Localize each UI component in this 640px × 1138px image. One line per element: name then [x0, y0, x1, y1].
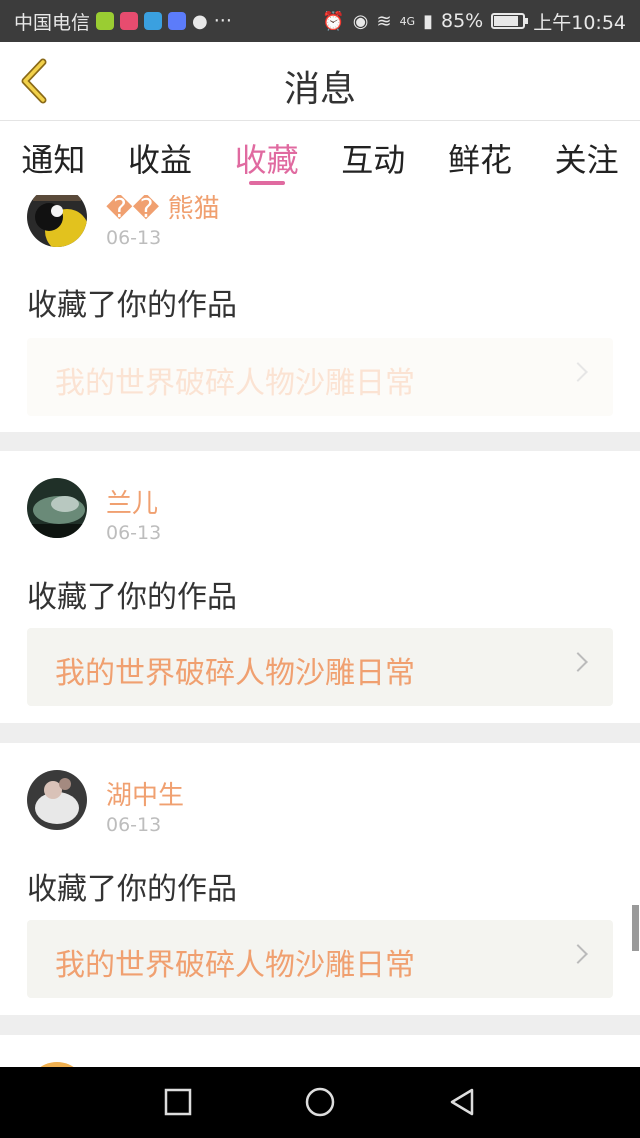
- app-notification-icon: [96, 12, 115, 30]
- username[interactable]: �� 熊猫: [106, 195, 220, 225]
- user-avatar-image: [27, 770, 87, 830]
- wifi-icon: ≋: [376, 10, 392, 32]
- eye-icon: ◉: [352, 10, 369, 32]
- tab-label: 关注: [554, 141, 619, 179]
- chevron-right-icon: [568, 362, 588, 382]
- tab-label: 互动: [341, 141, 406, 179]
- chevron-right-icon: [568, 944, 588, 964]
- list-item: 兰儿 06-13 收藏了你的作品 我的世界破碎人物沙雕日常: [0, 451, 640, 723]
- signal-icon: ▮: [423, 10, 433, 32]
- tab-label: 收藏: [234, 141, 299, 179]
- avatar[interactable]: [27, 770, 87, 830]
- list-item: �� 熊猫 06-13 收藏了你的作品 我的世界破碎人物沙雕日常: [0, 195, 640, 432]
- work-link[interactable]: 我的世界破碎人物沙雕日常: [27, 920, 613, 998]
- alarm-icon: ⏰: [322, 10, 345, 32]
- battery-percent-text: 85%: [441, 10, 484, 32]
- tab-notifications[interactable]: 通知: [13, 121, 93, 181]
- tab-bar: 通知 收益 收藏 互动 鲜花 关注: [0, 121, 640, 195]
- work-link[interactable]: 我的世界破碎人物沙雕日常: [27, 338, 613, 416]
- status-left: 中国电信 ● ···: [0, 8, 232, 35]
- recent-apps-icon[interactable]: [160, 1084, 196, 1120]
- list-item: 湖中生 06-13 收藏了你的作品 我的世界破碎人物沙雕日常: [0, 743, 640, 1015]
- status-right: ⏰ ◉ ≋ 4G ▮ 85% 上午10:54: [322, 8, 640, 35]
- tab-label: 收益: [127, 141, 192, 179]
- page-title: 消息: [283, 69, 356, 110]
- tab-earnings[interactable]: 收益: [120, 121, 200, 181]
- avatar[interactable]: [27, 478, 87, 538]
- favorites-feed[interactable]: �� 熊猫 06-13 收藏了你的作品 我的世界破碎人物沙雕日常 兰儿 06-1…: [0, 195, 640, 1067]
- carrier-text: 中国电信: [14, 11, 91, 34]
- battery-fill: [494, 16, 519, 26]
- work-title: 我的世界破碎人物沙雕日常: [55, 656, 415, 691]
- home-icon[interactable]: [302, 1084, 338, 1120]
- avatar[interactable]: [27, 195, 87, 247]
- date: 06-13: [106, 814, 162, 836]
- chat-bubble-icon: ●: [192, 10, 208, 32]
- work-title: 我的世界破碎人物沙雕日常: [55, 366, 415, 401]
- work-link[interactable]: 我的世界破碎人物沙雕日常: [27, 628, 613, 706]
- date: 06-13: [106, 227, 162, 249]
- active-tab-indicator: [248, 181, 285, 185]
- tab-flowers[interactable]: 鲜花: [440, 121, 520, 181]
- username[interactable]: 湖中生: [106, 775, 184, 812]
- system-nav-bar: [0, 1067, 640, 1138]
- tab-following[interactable]: 关注: [547, 121, 627, 181]
- action-text: 收藏了你的作品: [27, 288, 237, 323]
- music-icon: [168, 12, 187, 30]
- telegram-icon: [144, 12, 163, 30]
- network-type-text: 4G: [399, 14, 416, 28]
- user-avatar-image: [27, 478, 87, 538]
- tab-label: 鲜花: [447, 141, 512, 179]
- back-triangle-icon[interactable]: [444, 1084, 480, 1120]
- panda-avatar-image: [27, 195, 87, 247]
- more-notifications-text: ···: [213, 10, 232, 32]
- battery-icon: [491, 13, 529, 29]
- tab-interactions[interactable]: 互动: [333, 121, 413, 181]
- app-notification-icon: [120, 12, 139, 30]
- work-title: 我的世界破碎人物沙雕日常: [55, 948, 415, 983]
- scrollbar[interactable]: [632, 905, 639, 951]
- action-text: 收藏了你的作品: [27, 580, 237, 615]
- date: 06-13: [106, 522, 162, 544]
- status-bar: 中国电信 ● ··· ⏰ ◉ ≋ 4G ▮ 85% 上午10:54: [0, 0, 640, 42]
- chevron-right-icon: [568, 652, 588, 672]
- title-bar: 消息: [0, 42, 640, 121]
- tab-favorites[interactable]: 收藏: [227, 121, 307, 185]
- action-text: 收藏了你的作品: [27, 872, 237, 907]
- clock-text: 上午10:54: [533, 11, 626, 34]
- list-item: [0, 1035, 640, 1067]
- tab-label: 通知: [21, 141, 86, 179]
- username[interactable]: 兰儿: [106, 483, 158, 520]
